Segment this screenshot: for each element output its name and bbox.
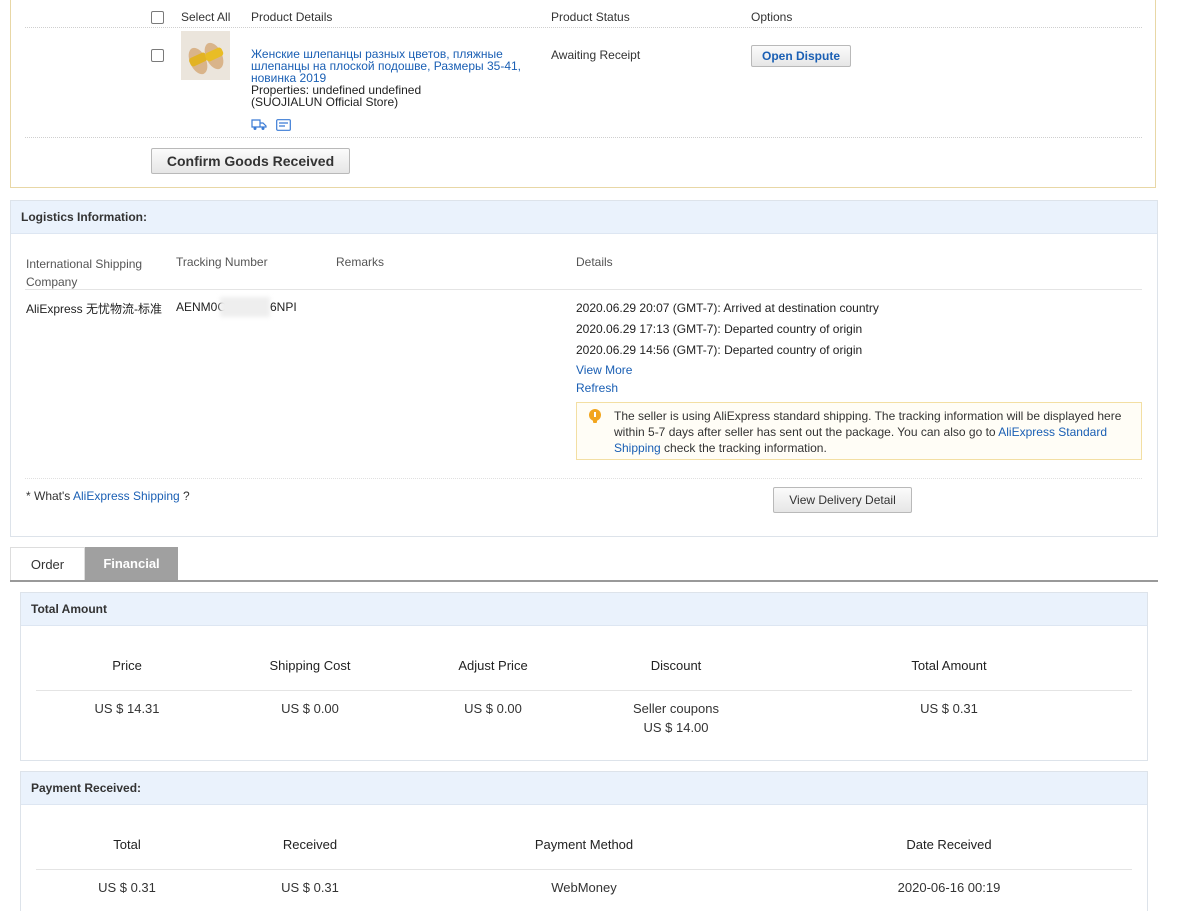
details-header: Details [576,255,613,269]
price-value: US $ 14.31 [94,701,160,716]
select-all-checkbox[interactable] [151,11,164,24]
options-header: Options [751,10,793,24]
view-delivery-detail-button[interactable]: View Delivery Detail [773,487,912,513]
product-status: Awaiting Receipt [551,48,641,62]
snapshot-icon[interactable] [276,119,291,134]
aliexpress-shipping-link[interactable]: AliExpress Shipping [73,489,180,503]
discount-header: Discount [650,658,702,673]
shipping-cost-header: Shipping Cost [269,658,351,673]
divider [36,690,1132,691]
divider [36,869,1132,870]
view-more-link[interactable]: View More [576,363,632,377]
price-header: Price [112,658,142,673]
select-all-label: Select All [181,10,231,24]
date-received-value: 2020-06-16 00:19 [897,880,1001,895]
product-thumbnail[interactable] [181,31,230,80]
shipping-company: AliExpress 无忧物流-标准 [26,302,163,316]
tabs-underline [10,580,1158,582]
shipping-company-header: International Shipping Company [26,257,143,289]
total-amount-panel: Total Amount [20,592,1148,761]
store-name: (SUOJIALUN Official Store) [251,95,399,109]
tip-text-end: check the tracking information. [660,441,827,455]
tab-financial[interactable]: Financial [85,547,178,580]
logistics-title: Logistics Information: [21,210,147,224]
payment-method-value: WebMoney [551,880,617,895]
payment-total-header: Total [113,837,141,852]
confirm-goods-received-button[interactable]: Confirm Goods Received [151,148,350,174]
divider [25,478,1142,479]
whats-shipping-note: * What's AliExpress Shipping ? [26,489,190,503]
payment-total-value: US $ 0.31 [98,880,156,895]
lightbulb-icon-base [593,420,597,423]
redacted-tracking [220,297,270,317]
payment-received-header: Payment Received: [21,772,1147,805]
payment-received-col-header: Received [282,837,338,852]
tip-text: The seller is using AliExpress standard … [614,408,1132,456]
tracking-number-start: AENM0C [176,300,227,314]
open-dispute-button[interactable]: Open Dispute [751,45,851,67]
logistics-header: Logistics Information: [11,201,1157,234]
adjust-price-header: Adjust Price [458,658,528,673]
total-amount-header: Total Amount [21,593,1147,626]
payment-received-title: Payment Received: [31,781,142,795]
total-amount-value: US $ 0.31 [920,701,978,716]
product-details-header: Product Details [251,10,333,24]
adjust-price-value: US $ 0.00 [464,701,522,716]
remarks-header: Remarks [336,255,385,269]
product-title-link[interactable]: Женские шлепанцы разных цветов, пляжные … [251,48,541,84]
shipping-tip-box: The seller is using AliExpress standard … [576,402,1142,460]
note-suffix: ? [179,489,190,503]
payment-method-header: Payment Method [534,837,634,852]
tracking-number-header: Tracking Number [176,255,268,269]
tracking-event: 2020.06.29 20:07 (GMT-7): Arrived at des… [576,301,879,315]
divider [25,137,1142,138]
tracking-event: 2020.06.29 17:13 (GMT-7): Departed count… [576,322,863,336]
tracking-event: 2020.06.29 14:56 (GMT-7): Departed count… [576,343,863,357]
shipping-truck-icon[interactable] [251,118,267,134]
item-checkbox[interactable] [151,49,164,62]
tracking-number-end: 6NPI [270,300,297,314]
date-received-header: Date Received [906,837,992,852]
discount-value: US $ 14.00 [643,720,709,735]
shipping-cost-value: US $ 0.00 [281,701,339,716]
refresh-link[interactable]: Refresh [576,381,618,395]
tab-order[interactable]: Order [10,547,85,580]
total-amount-col-header: Total Amount [911,658,987,673]
total-amount-title: Total Amount [31,602,107,616]
discount-label: Seller coupons [633,701,719,716]
divider [25,289,1142,290]
note-prefix: * What's [26,489,73,503]
divider [25,27,1142,28]
payment-received-value: US $ 0.31 [281,880,339,895]
product-status-header: Product Status [551,10,630,24]
